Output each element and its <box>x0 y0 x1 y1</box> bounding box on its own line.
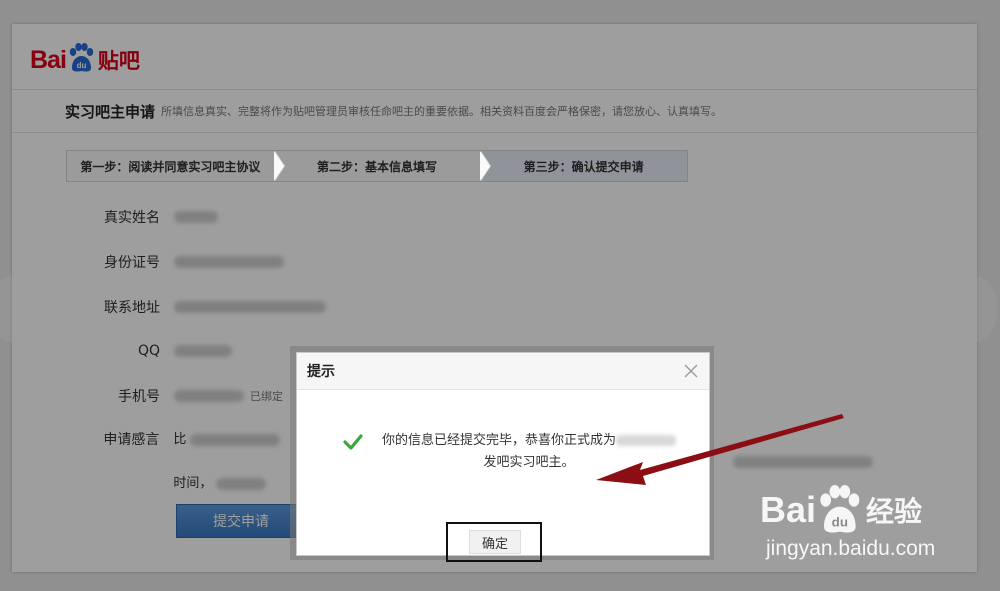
watermark-text-bai: Bai <box>760 489 817 530</box>
dialog-body: 你的信息已经提交完毕，恭喜你正式成为 发吧实习吧主。 确定 <box>297 390 709 562</box>
dialog-message: 你的信息已经提交完毕，恭喜你正式成为 发吧实习吧主。 <box>343 430 689 474</box>
dialog-message-text: 你的信息已经提交完毕，恭喜你正式成为 发吧实习吧主。 <box>369 430 689 474</box>
dialog-title: 提示 <box>307 364 335 380</box>
watermark-url: jingyan.baidu.com <box>766 537 936 560</box>
watermark-text-jingyan: 经验 <box>866 495 923 528</box>
svg-text:du: du <box>832 515 848 530</box>
baidu-jingyan-watermark: Bai du 经验 jingyan.baidu.com <box>760 485 980 575</box>
confirm-button[interactable]: 确定 <box>469 530 521 554</box>
baidu-paw-icon: du <box>820 485 860 533</box>
success-dialog: 提示 你的信息已经提交完毕，恭喜你正式成为 发吧实习吧主。 确定 <box>296 352 710 562</box>
check-icon <box>343 434 363 450</box>
dialog-header: 提示 <box>297 353 709 390</box>
close-icon[interactable] <box>681 361 701 381</box>
